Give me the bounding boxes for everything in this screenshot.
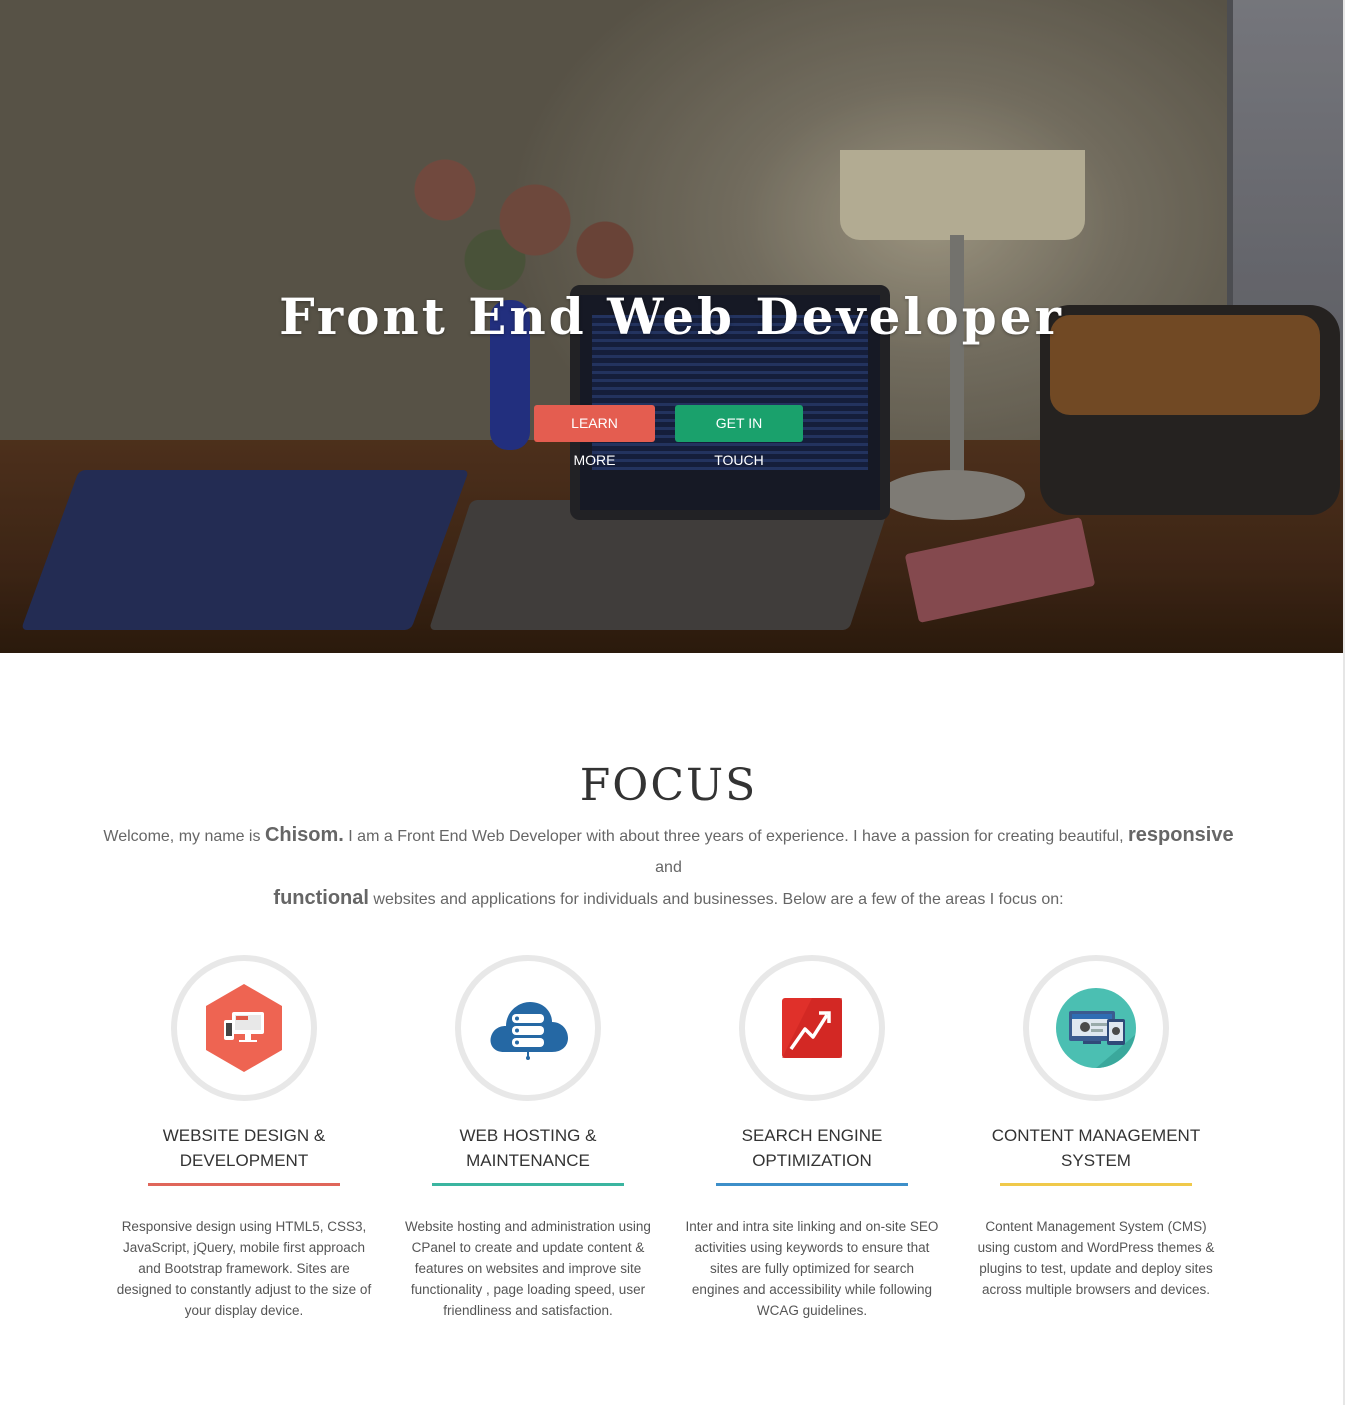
hero-buttons: LEARN MORE GET IN TOUCH: [0, 405, 1337, 468]
card-title-line2: DEVELOPMENT: [179, 1151, 309, 1170]
card-underline: [148, 1183, 340, 1186]
card-title-line2: MAINTENANCE: [466, 1151, 590, 1170]
card-title: WEBSITE DESIGN & DEVELOPMENT: [114, 1123, 374, 1175]
focus-intro: Welcome, my name is Chisom. I am a Front…: [100, 820, 1237, 915]
focus-card-web-hosting: WEB HOSTING & MAINTENANCE Website hosting…: [398, 955, 658, 1321]
intro-name: Chisom.: [264, 824, 344, 846]
card-description: Content Management System (CMS) using cu…: [977, 1219, 1215, 1297]
wordpress-devices-icon: [1056, 988, 1136, 1068]
focus-card-cms: CONTENT MANAGEMENT SYSTEM Content Managem…: [966, 955, 1226, 1300]
icon-ring: [739, 955, 885, 1101]
card-title: CONTENT MANAGEMENT SYSTEM: [966, 1123, 1226, 1175]
card-underline: [432, 1183, 624, 1186]
card-title-line1: WEBSITE DESIGN &: [162, 1126, 326, 1145]
icon-ring: [455, 955, 601, 1101]
card-title: SEARCH ENGINE OPTIMIZATION: [682, 1123, 942, 1175]
card-description: Responsive design using HTML5, CSS3, Jav…: [116, 1219, 372, 1318]
intro-functional: functional: [273, 887, 369, 909]
intro-text-2: I am a Front End Web Developer with abou…: [343, 828, 1128, 845]
intro-text-3: and: [655, 859, 682, 876]
focus-card-web-design: WEBSITE DESIGN & DEVELOPMENT Responsive d…: [114, 955, 374, 1321]
icon-ring: [1023, 955, 1169, 1101]
intro-text-1: Welcome, my name is: [103, 828, 265, 845]
card-description: Inter and intra site linking and on-site…: [685, 1219, 939, 1318]
intro-responsive: responsive: [1127, 824, 1234, 846]
icon-ring: [171, 955, 317, 1101]
intro-text-4: websites and applications for individual…: [368, 891, 1064, 908]
get-in-touch-button[interactable]: GET IN TOUCH: [675, 405, 803, 468]
card-underline: [716, 1183, 908, 1186]
hero-banner: Front End Web Developer LEARN MORE GET I…: [0, 0, 1343, 653]
card-title-line1: SEARCH ENGINE: [741, 1126, 883, 1145]
card-title-line2: SYSTEM: [1061, 1151, 1131, 1170]
focus-card-seo: SEARCH ENGINE OPTIMIZATION Inter and intr…: [682, 955, 942, 1321]
seo-trend-icon: [782, 998, 842, 1058]
card-title-line1: WEB HOSTING &: [459, 1126, 597, 1145]
learn-more-button[interactable]: LEARN MORE: [534, 405, 655, 468]
hero-title: Front End Web Developer: [279, 287, 1064, 346]
focus-title: FOCUS: [579, 760, 758, 811]
cloud-server-icon: [490, 1002, 568, 1060]
card-title-line2: OPTIMIZATION: [752, 1151, 872, 1170]
card-title-line1: CONTENT MANAGEMENT: [991, 1126, 1201, 1145]
card-underline: [1000, 1183, 1192, 1186]
responsive-devices-icon: [206, 984, 282, 1072]
card-title: WEB HOSTING & MAINTENANCE: [398, 1123, 658, 1175]
card-description: Website hosting and administration using…: [405, 1219, 651, 1318]
